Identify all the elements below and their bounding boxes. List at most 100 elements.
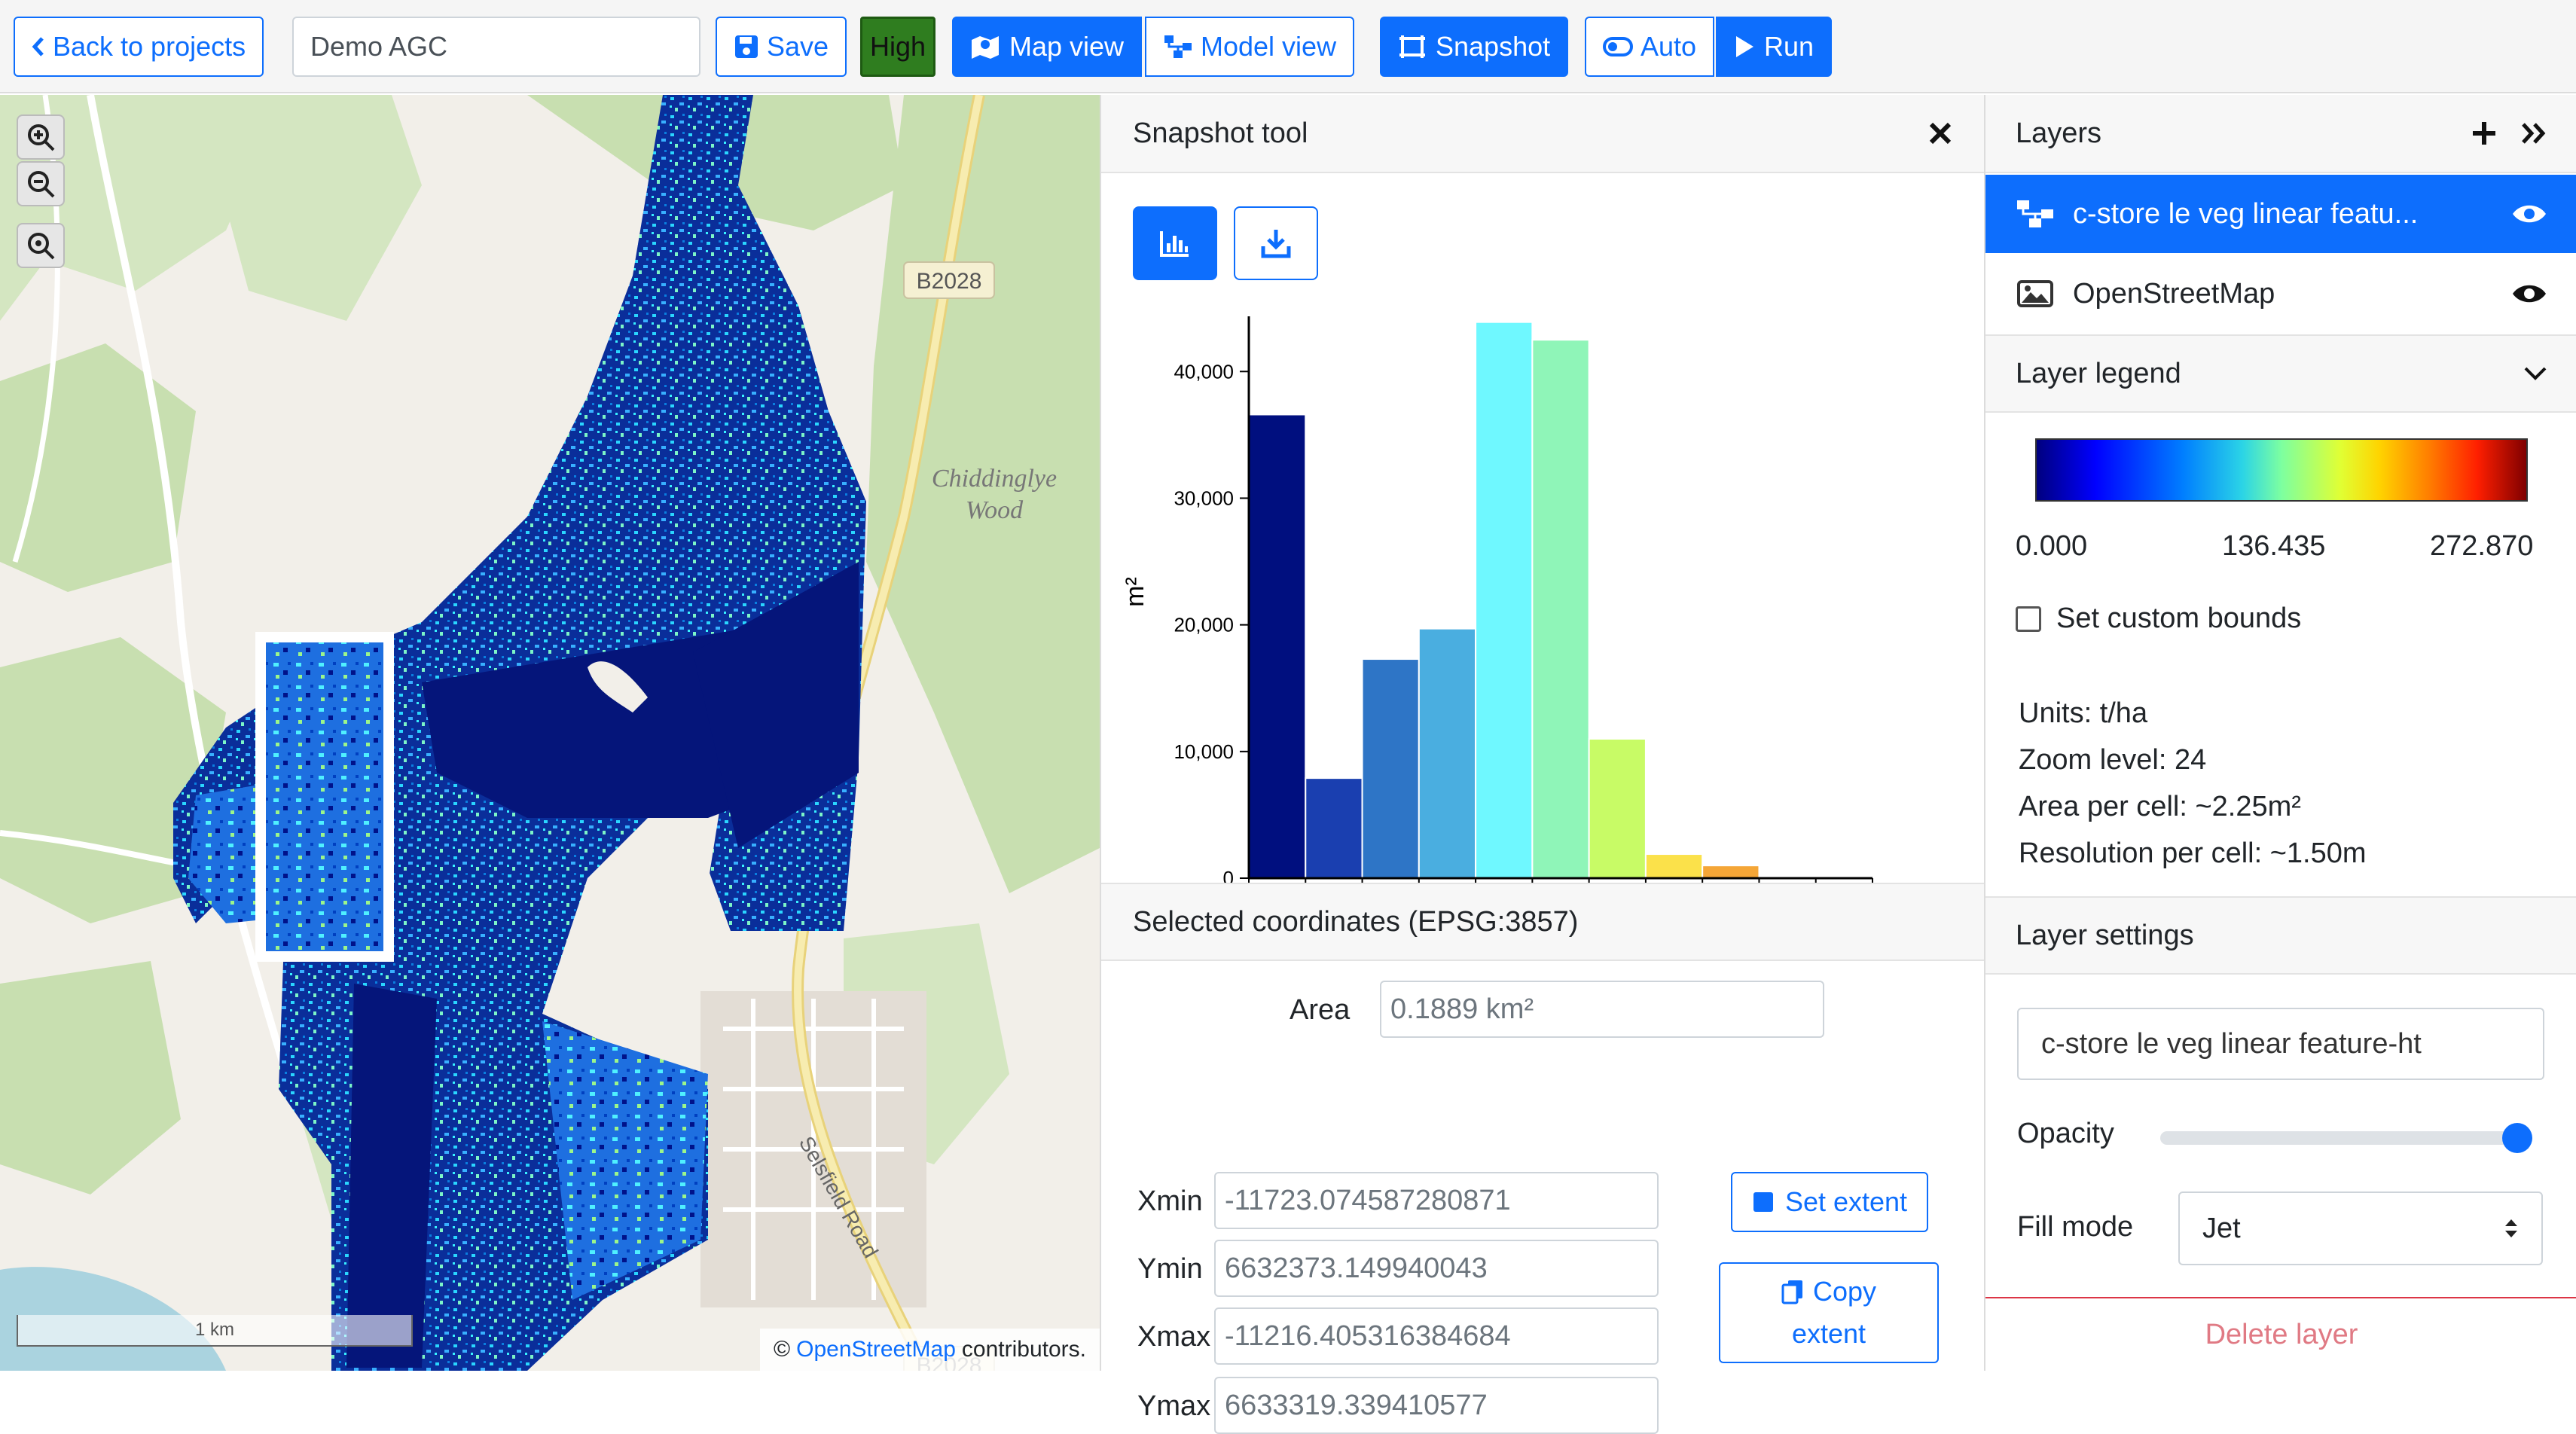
resolution-per-cell-text: Resolution per cell: ~1.50m — [2019, 838, 2367, 869]
map-view-label: Map view — [1009, 31, 1125, 62]
layer-settings-title: Layer settings — [2016, 919, 2194, 951]
layers-panel: Layers c-store le veg linear featu... Op… — [1984, 95, 2576, 1371]
road-label-b2028-top: B2028 — [903, 261, 995, 299]
copy-extent-label-1: Copy — [1812, 1276, 1877, 1307]
layer-name-openstreetmap: OpenStreetMap — [2073, 277, 2275, 310]
run-button[interactable]: Run — [1716, 17, 1833, 77]
ymax-field[interactable]: 6633319.339410577 — [1214, 1377, 1659, 1434]
ymin-label: Ymin — [1137, 1253, 1203, 1285]
road-label-top-text: B2028 — [917, 269, 982, 294]
project-name-input[interactable]: Demo AGC — [292, 17, 700, 77]
xmax-field[interactable]: -11216.405316384684 — [1214, 1307, 1659, 1365]
histogram-bar — [1644, 853, 1704, 880]
add-layer-icon[interactable] — [2471, 120, 2498, 147]
image-icon — [2016, 279, 2055, 309]
fill-mode-label: Fill mode — [2017, 1211, 2134, 1243]
opacity-label: Opacity — [2017, 1118, 2114, 1149]
quality-label: High — [869, 31, 926, 62]
attribution-prefix: © — [774, 1337, 791, 1362]
histogram-bar — [1361, 658, 1420, 879]
map-canvas[interactable]: B2028 B2028 Chiddinglye Wood Selsfield R… — [0, 95, 1100, 1371]
area-per-cell-text: Area per cell: ~2.25m² — [2019, 791, 2301, 822]
y-tick-label: 10,000 — [1174, 740, 1234, 763]
delete-layer-label: Delete layer — [2205, 1318, 2358, 1350]
place-label-line2: Wood — [966, 496, 1024, 524]
collapse-panel-icon[interactable] — [2520, 120, 2547, 147]
copy-extent-button[interactable]: Copy extent — [1719, 1262, 1939, 1363]
layers-title: Layers — [2016, 117, 2102, 149]
layer-name-cstore: c-store le veg linear featu... — [2073, 197, 2419, 230]
coords-title: Selected coordinates (EPSG:3857) — [1133, 905, 1579, 938]
save-button[interactable]: Save — [716, 17, 847, 77]
legend-min: 0.000 — [2016, 530, 2088, 562]
back-label: Back to projects — [53, 31, 246, 62]
copy-icon — [1781, 1279, 1804, 1304]
layer-name-input-value: c-store le veg linear feature-ht — [2041, 1027, 2422, 1060]
y-tick-label: 40,000 — [1174, 360, 1234, 383]
layers-header-actions — [2471, 120, 2547, 147]
map-attribution: © OpenStreetMap contributors. — [760, 1329, 1100, 1371]
set-extent-label: Set extent — [1784, 1186, 1908, 1217]
zoom-level-text: Zoom level: 24 — [2019, 744, 2207, 776]
scale-label: 1 km — [194, 1320, 234, 1340]
fill-mode-value: Jet — [2202, 1212, 2241, 1244]
sitemap-icon — [1163, 34, 1193, 59]
histogram-bar — [1305, 777, 1363, 879]
quality-badge[interactable]: High — [860, 17, 935, 77]
copy-extent-label-2: extent — [1791, 1318, 1866, 1349]
layer-item-openstreetmap[interactable]: OpenStreetMap — [1985, 255, 2576, 333]
y-axis-label: m² — [1121, 577, 1149, 607]
map-icon — [970, 34, 1000, 59]
eye-icon[interactable] — [2511, 203, 2547, 225]
zoom-in-icon — [26, 122, 56, 152]
legend-header[interactable]: Layer legend — [1985, 334, 2576, 413]
legend-max: 272.870 — [2430, 530, 2534, 562]
set-extent-button[interactable]: Set extent — [1731, 1172, 1928, 1232]
eye-icon[interactable] — [2511, 282, 2547, 305]
snapshot-panel: Snapshot tool 02040608010012014016018020… — [1100, 95, 1985, 1434]
layer-name-input[interactable]: c-store le veg linear feature-ht — [2017, 1008, 2544, 1080]
xmin-value: -11723.074587280871 — [1225, 1184, 1511, 1216]
zoom-in-button[interactable] — [17, 114, 65, 160]
histogram-button[interactable] — [1133, 206, 1217, 280]
histogram-bar — [1475, 321, 1534, 879]
auto-toggle-button[interactable]: Auto — [1585, 17, 1715, 77]
ymin-field[interactable]: 6632373.149940043 — [1214, 1240, 1659, 1297]
layer-item-cstore[interactable]: c-store le veg linear featu... — [1985, 175, 2576, 253]
save-label: Save — [767, 31, 829, 62]
chevron-down-icon — [2523, 366, 2547, 381]
openstreetmap-link[interactable]: OpenStreetMap — [796, 1337, 956, 1362]
histogram-bar — [1588, 738, 1647, 879]
place-label-line1: Chiddinglye — [932, 465, 1057, 493]
zoom-extent-icon — [26, 230, 56, 261]
floppy-disk-icon — [734, 34, 759, 59]
histogram-bar — [1418, 627, 1477, 879]
opacity-slider-thumb[interactable] — [2502, 1123, 2532, 1153]
xmin-field[interactable]: -11723.074587280871 — [1214, 1172, 1659, 1229]
fill-mode-select[interactable]: Jet — [2178, 1191, 2543, 1265]
checkbox-box[interactable] — [2016, 606, 2041, 632]
area-label: Area — [1290, 994, 1351, 1026]
delete-layer-button[interactable]: Delete layer — [1985, 1297, 2576, 1371]
model-icon — [2016, 199, 2055, 229]
histogram-chart: 020406080100120140160180200220010,00020,… — [1121, 316, 1889, 957]
zoom-to-extent-button[interactable] — [17, 223, 65, 268]
toggle-icon — [1603, 37, 1633, 56]
map-view-button[interactable]: Map view — [952, 17, 1143, 77]
custom-bounds-checkbox[interactable]: Set custom bounds — [2016, 603, 2301, 635]
layer-settings-header: Layer settings — [1985, 896, 2576, 975]
model-view-label: Model view — [1201, 31, 1337, 62]
download-button[interactable] — [1234, 206, 1318, 280]
coords-header: Selected coordinates (EPSG:3857) — [1101, 883, 1985, 961]
snapshot-button[interactable]: Snapshot — [1380, 17, 1569, 77]
model-view-button[interactable]: Model view — [1145, 17, 1355, 77]
select-arrows-icon — [2504, 1217, 2519, 1240]
snapshot-header: Snapshot tool — [1101, 95, 1984, 173]
xmax-value: -11216.405316384684 — [1225, 1320, 1511, 1352]
scale-bar: 1 km — [17, 1315, 413, 1347]
area-field[interactable]: 0.1889 km² — [1380, 981, 1824, 1038]
zoom-out-button[interactable] — [17, 161, 65, 206]
close-icon[interactable] — [1928, 121, 1952, 145]
opacity-slider-track[interactable] — [2160, 1123, 2532, 1153]
back-to-projects-button[interactable]: Back to projects — [14, 17, 264, 77]
